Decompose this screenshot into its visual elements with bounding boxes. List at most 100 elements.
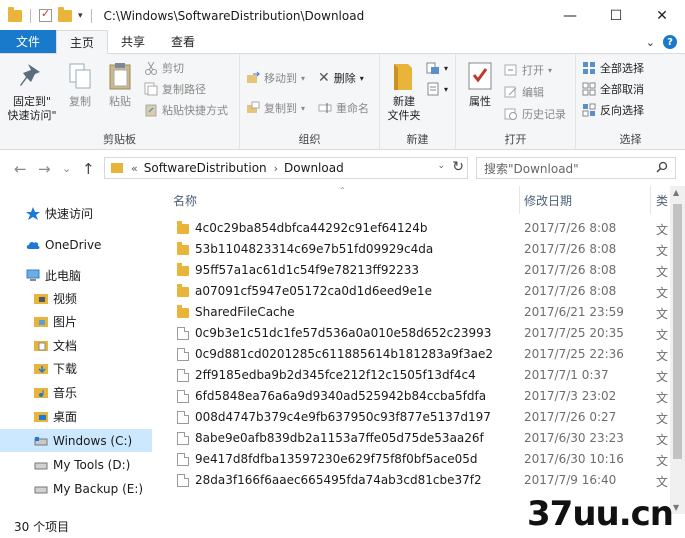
select-none-label: 全部取消 <box>600 83 644 96</box>
chevron-down-icon: ▾ <box>359 73 364 83</box>
sidebar-item-label: 音乐 <box>53 386 78 400</box>
sidebar-item-pictures[interactable]: 图片 <box>0 310 152 333</box>
file-icon <box>177 453 189 466</box>
sidebar-item-music[interactable]: 音乐 <box>0 381 152 404</box>
maximize-button[interactable]: ☐ <box>593 0 639 31</box>
forward-button[interactable]: → <box>38 160 51 178</box>
open-button[interactable]: 打开 ▾ <box>504 60 552 80</box>
tab-view[interactable]: 查看 <box>158 30 208 53</box>
address-history-dropdown[interactable]: ⌄ <box>437 161 445 171</box>
invert-selection-icon <box>582 103 596 117</box>
table-row[interactable]: 0c9d881cd0201285c611885614b181283a9f3ae2… <box>153 344 685 365</box>
column-divider[interactable] <box>650 186 651 214</box>
invert-selection-button[interactable]: 反向选择 <box>582 100 644 120</box>
table-row[interactable]: 4c0c29ba854dbfca44292c91ef64124b 2017/7/2… <box>153 218 685 239</box>
edit-button[interactable]: 编辑 <box>504 82 544 102</box>
new-folder-icon[interactable] <box>58 6 72 22</box>
refresh-icon[interactable]: ↻ <box>452 159 464 175</box>
folder-icon[interactable] <box>8 6 22 22</box>
properties-button[interactable]: 属性 <box>462 60 498 109</box>
address-bar[interactable]: « SoftwareDistribution › Download ⌄ ↻ <box>104 157 468 179</box>
table-row[interactable]: 0c9b3e1c51dc1fe57d536a0a010e58d652c23993… <box>153 323 685 344</box>
column-divider[interactable] <box>519 186 520 214</box>
paste-button[interactable]: 粘贴 <box>102 60 138 109</box>
column-header-name[interactable]: 名称 <box>173 186 197 214</box>
copy-icon <box>64 60 96 92</box>
close-button[interactable]: ✕ <box>639 0 685 31</box>
downloads-folder-icon <box>34 362 48 375</box>
rename-button[interactable]: 重命名 <box>318 98 369 118</box>
search-input[interactable]: 搜索"Download" <box>476 157 676 179</box>
pin-quick-access-button[interactable]: 固定到" 快速访问" <box>6 60 58 123</box>
minimize-button[interactable]: — <box>547 0 593 31</box>
file-name: 2ff9185edba9b2d345fce212f12c1505f13df4c4 <box>195 368 476 382</box>
back-button[interactable]: ← <box>14 160 27 178</box>
scroll-down-icon[interactable]: ▼ <box>673 503 679 512</box>
sidebar-item-videos[interactable]: 视频 <box>0 287 152 310</box>
table-row[interactable]: 53b1104823314c69e7b51fd09929c4da 2017/7/2… <box>153 239 685 260</box>
scroll-up-icon[interactable]: ▲ <box>673 188 679 197</box>
table-row[interactable]: 8abe9e0afb839db2a1153a7ffe05d75de53aa26f… <box>153 428 685 449</box>
customize-toolbar-dropdown[interactable]: ▾ <box>78 11 83 21</box>
copy-path-button[interactable]: 复制路径 <box>144 79 206 99</box>
sidebar-item-label: 视频 <box>53 292 78 306</box>
invert-selection-label: 反向选择 <box>600 104 644 117</box>
paste-shortcut-button[interactable]: 粘贴快捷方式 <box>144 100 228 120</box>
collapse-ribbon-icon[interactable]: ⌄ <box>646 36 655 49</box>
sidebar-item-drive-c[interactable]: Windows (C:) <box>0 429 152 452</box>
properties-check-icon[interactable] <box>39 7 52 22</box>
cut-button[interactable]: 剪切 <box>144 58 184 78</box>
sidebar-item-label: OneDrive <box>45 237 102 252</box>
new-folder-button[interactable]: 新建 文件夹 <box>384 60 424 123</box>
file-date: 2017/6/30 10:16 <box>524 452 624 466</box>
vertical-scrollbar[interactable]: ▲ ▼ <box>670 186 685 514</box>
sidebar-item-this-pc[interactable]: 此电脑 <box>0 264 152 287</box>
up-button[interactable]: ↑ <box>82 160 95 178</box>
breadcrumb-separator-icon[interactable]: › <box>274 162 278 175</box>
file-icon <box>177 432 189 445</box>
chevron-down-icon: ▾ <box>444 84 449 94</box>
address-overflow[interactable]: « <box>131 162 138 175</box>
table-row[interactable]: 28da3f166f6aaec665495fda74ab3cd81cbe37f2… <box>153 470 685 491</box>
new-item-button[interactable]: ▾ <box>426 58 448 78</box>
table-row[interactable]: 95ff57a1ac61d1c54f9e78213ff92233 2017/7/2… <box>153 260 685 281</box>
table-row[interactable]: 2ff9185edba9b2d345fce212f12c1505f13df4c4… <box>153 365 685 386</box>
help-icon[interactable]: ? <box>663 35 677 49</box>
recent-locations-button[interactable]: ⌄ <box>62 162 71 175</box>
sidebar-item-quick-access[interactable]: 快速访问 <box>0 202 152 225</box>
sidebar-item-drive-e[interactable]: My Backup (E:) <box>0 477 152 500</box>
sidebar-item-desktop[interactable]: 桌面 <box>0 405 152 428</box>
window-title: C:\Windows\SoftwareDistribution\Download <box>103 8 365 23</box>
sidebar-item-drive-d[interactable]: My Tools (D:) <box>0 453 152 476</box>
file-date: 2017/7/25 22:36 <box>524 347 624 361</box>
sidebar-item-documents[interactable]: 文档 <box>0 334 152 357</box>
new-folder-label-1: 新建 <box>393 95 415 108</box>
breadcrumb-softwaredistribution[interactable]: SoftwareDistribution <box>144 161 267 175</box>
table-row[interactable]: 9e417d8fdfba13597230e629f75f8f0bf5ace05d… <box>153 449 685 470</box>
move-to-button[interactable]: 移动到 ▾ <box>246 68 305 88</box>
scrollbar-thumb[interactable] <box>673 204 682 459</box>
easy-access-button[interactable]: ▾ <box>426 79 448 99</box>
sidebar-item-label: 桌面 <box>53 410 78 424</box>
table-row[interactable]: 6fd5848ea76a6a9d9340ad525942b84ccba5fdfa… <box>153 386 685 407</box>
delete-button[interactable]: ✕ 删除 ▾ <box>318 68 364 88</box>
tab-home[interactable]: 主页 <box>56 30 109 54</box>
column-header-type[interactable]: 类 <box>656 186 668 214</box>
search-icon[interactable] <box>656 161 668 176</box>
copy-button[interactable]: 复制 <box>62 60 98 109</box>
sidebar-item-downloads[interactable]: 下载 <box>0 357 152 380</box>
properties-icon <box>464 60 496 92</box>
select-all-button[interactable]: 全部选择 <box>582 58 644 78</box>
tab-share[interactable]: 共享 <box>108 30 158 53</box>
copy-to-button[interactable]: 复制到 ▾ <box>246 98 305 118</box>
file-type: 文 <box>656 433 669 447</box>
sidebar-item-onedrive[interactable]: OneDrive <box>0 233 152 256</box>
table-row[interactable]: 008d4747b379c4e9fb637950c93f877e5137d197… <box>153 407 685 428</box>
breadcrumb-download[interactable]: Download <box>284 161 344 175</box>
history-button[interactable]: 历史记录 <box>504 104 566 124</box>
column-header-date[interactable]: 修改日期 <box>524 186 572 214</box>
select-none-button[interactable]: 全部取消 <box>582 79 644 99</box>
table-row[interactable]: SharedFileCache 2017/6/21 23:59 文 <box>153 302 685 323</box>
tab-file[interactable]: 文件 <box>0 30 56 53</box>
table-row[interactable]: a07091cf5947e05172ca0d1d6eed9e1e 2017/7/2… <box>153 281 685 302</box>
